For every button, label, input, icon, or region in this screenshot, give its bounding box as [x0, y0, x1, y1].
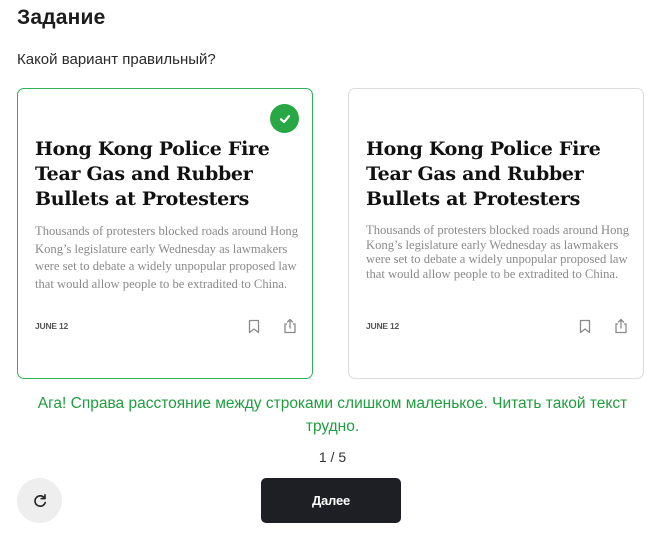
- page-title: Задание: [17, 6, 106, 29]
- check-icon: [270, 104, 299, 133]
- next-button[interactable]: Далее: [261, 478, 401, 523]
- bookmark-icon: [246, 318, 262, 334]
- article-date: JUNE 12: [35, 321, 69, 331]
- share-icon: [613, 318, 629, 334]
- article-headline: Hong Kong Police Fire Tear Gas and Rubbe…: [366, 138, 601, 210]
- card-actions: [577, 318, 629, 334]
- progress-counter: 1 / 5: [318, 449, 347, 465]
- card-actions: [246, 318, 298, 334]
- question-text: Какой вариант правильный?: [17, 51, 216, 68]
- share-icon: [282, 318, 298, 334]
- article-date: JUNE 12: [366, 321, 400, 331]
- article-headline: Hong Kong Police Fire Tear Gas and Rubbe…: [35, 138, 270, 210]
- option-card-left[interactable]: Hong Kong Police Fire Tear Gas and Rubbe…: [17, 88, 313, 379]
- article-body: Thousands of protesters blocked roads ar…: [35, 224, 299, 291]
- article-body: Thousands of protesters blocked roads ar…: [366, 223, 630, 281]
- feedback-message: Ага! Справа расстояние между строками сл…: [37, 395, 628, 435]
- option-card-right[interactable]: Hong Kong Police Fire Tear Gas and Rubbe…: [348, 88, 644, 379]
- bookmark-icon: [577, 318, 593, 334]
- refresh-icon: [32, 493, 48, 509]
- restart-button[interactable]: [17, 478, 62, 523]
